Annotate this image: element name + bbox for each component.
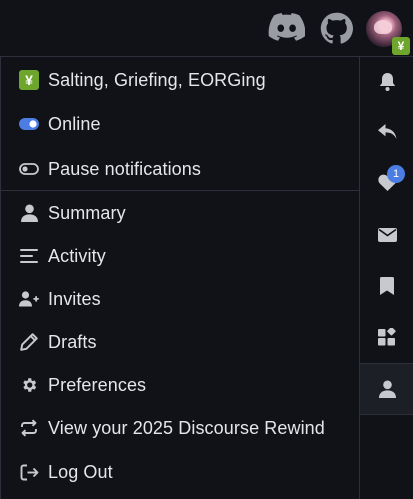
summary-label: Summary [48,202,126,223]
drafts-label: Drafts [48,331,97,352]
avatar-status-emoji: ¥ [392,37,410,55]
toggle-off-icon[interactable] [18,158,40,180]
toggle-on-icon[interactable] [18,113,40,135]
repeat-icon [18,417,40,439]
header: ¥ [0,0,413,56]
github-icon[interactable] [320,12,353,45]
profile-tab[interactable] [360,363,413,415]
logout-item[interactable]: Log Out [1,451,359,493]
preferences-item[interactable]: Preferences [1,364,359,406]
status-label: Salting, Griefing, EORGing [48,69,266,90]
user-plus-icon [18,288,40,310]
messages-tab[interactable] [360,210,413,260]
activity-lines-icon [18,245,40,267]
user-menu: ¥ Salting, Griefing, EORGing Online Paus… [1,57,359,499]
gear-icon [18,374,40,396]
invites-label: Invites [48,288,101,309]
invites-item[interactable]: Invites [1,278,359,320]
drafts-item[interactable]: Drafts [1,321,359,363]
sign-out-icon [18,461,40,483]
user-menu-panel: ¥ Salting, Griefing, EORGing Online Paus… [0,56,413,499]
bell-icon [379,73,396,91]
activity-label: Activity [48,245,106,266]
bookmarks-tab[interactable] [360,261,413,311]
pencil-icon [18,331,40,353]
other-tab[interactable] [360,312,413,362]
status-emoji-icon: ¥ [18,69,40,91]
widgets-icon [378,328,396,346]
rewind-label: View your 2025 Discourse Rewind [48,417,325,438]
likes-count-badge: 1 [387,165,405,183]
activity-item[interactable]: Activity [1,235,359,277]
pause-notifications-item[interactable]: Pause notifications [1,148,359,190]
status-item[interactable]: ¥ Salting, Griefing, EORGing [1,59,359,101]
likes-tab[interactable] [360,157,413,207]
logout-label: Log Out [48,461,113,482]
user-menu-tabs: 1 [359,57,413,499]
pause-notifications-label: Pause notifications [48,158,201,179]
rewind-item[interactable]: View your 2025 Discourse Rewind [1,407,359,449]
presence-label: Online [48,113,101,134]
bookmark-icon [380,277,394,295]
envelope-icon [377,228,397,242]
discord-icon[interactable] [268,12,305,44]
user-icon [18,202,40,224]
replies-tab[interactable] [360,107,413,157]
summary-item[interactable]: Summary [1,192,359,234]
notifications-tab[interactable] [360,57,413,107]
user-icon [378,380,396,398]
divider [1,190,359,191]
presence-toggle-item[interactable]: Online [1,103,359,145]
reply-icon [377,124,397,140]
preferences-label: Preferences [48,374,147,395]
